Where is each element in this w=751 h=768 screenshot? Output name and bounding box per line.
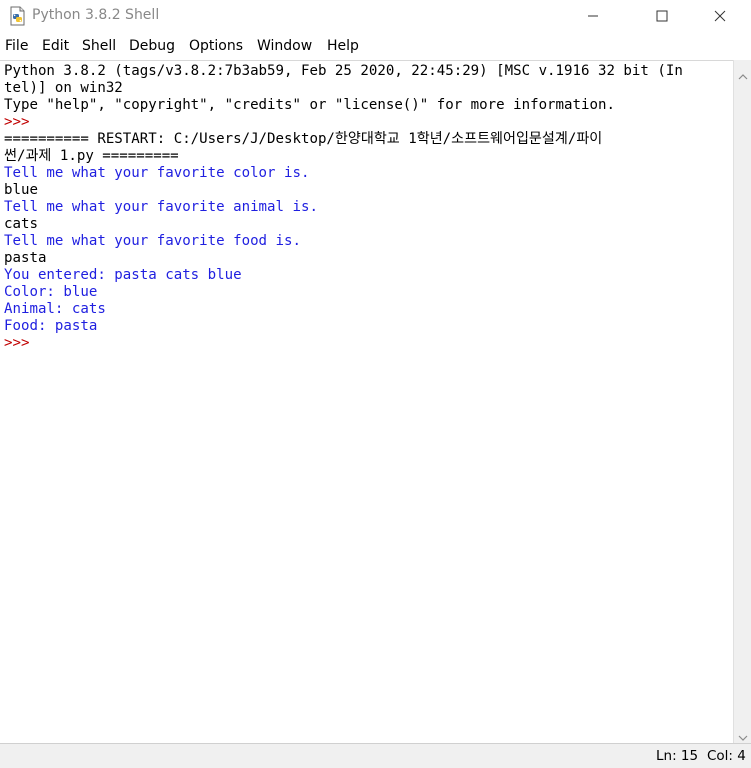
shell-line: >>>: [4, 114, 38, 130]
status-bar: Ln: 15 Col: 4: [0, 743, 751, 768]
maximize-icon: [656, 10, 668, 22]
shell-line: ========== RESTART: C:/Users/J/Desktop/한…: [4, 131, 603, 147]
shell-line: cats: [4, 216, 38, 232]
shell-line: Tell me what your favorite color is.: [4, 165, 310, 181]
minimize-icon: [587, 10, 599, 22]
scroll-up-icon[interactable]: [738, 66, 748, 80]
close-icon: [714, 10, 726, 22]
vertical-scrollbar[interactable]: [733, 60, 751, 743]
shell-line: Food: pasta: [4, 318, 98, 334]
status-line-number: Ln: 15: [656, 748, 699, 764]
menu-shell[interactable]: Shell: [82, 38, 116, 54]
shell-line: blue: [4, 182, 38, 198]
window-title: Python 3.8.2 Shell: [32, 7, 160, 23]
close-button[interactable]: [697, 0, 743, 32]
title-bar: Python 3.8.2 Shell: [0, 0, 751, 32]
menu-window[interactable]: Window: [257, 38, 312, 54]
menu-file[interactable]: File: [5, 38, 28, 54]
menu-help[interactable]: Help: [327, 38, 359, 54]
minimize-button[interactable]: [570, 0, 616, 32]
menu-bar: File Edit Shell Debug Options Window Hel…: [0, 35, 751, 59]
shell-line: You entered: pasta cats blue: [4, 267, 242, 283]
shell-line: Tell me what your favorite animal is.: [4, 199, 318, 215]
shell-line: Python 3.8.2 (tags/v3.8.2:7b3ab59, Feb 2…: [4, 63, 683, 79]
shell-line: Color: blue: [4, 284, 98, 300]
shell-line: Tell me what your favorite food is.: [4, 233, 301, 249]
shell-prompt: >>>: [4, 335, 38, 351]
menu-edit[interactable]: Edit: [42, 38, 69, 54]
maximize-button[interactable]: [639, 0, 685, 32]
shell-line: Animal: cats: [4, 301, 106, 317]
shell-line: 썬/과제 1.py =========: [4, 148, 179, 164]
scroll-down-icon[interactable]: [738, 727, 748, 741]
shell-line: pasta: [4, 250, 47, 266]
shell-line: tel)] on win32: [4, 80, 123, 96]
menu-debug[interactable]: Debug: [129, 38, 175, 54]
status-column-number: Col: 4: [707, 748, 746, 764]
shell-line: Type "help", "copyright", "credits" or "…: [4, 97, 615, 113]
menu-options[interactable]: Options: [189, 38, 243, 54]
python-file-icon[interactable]: [8, 6, 28, 26]
shell-text-area[interactable]: Python 3.8.2 (tags/v3.8.2:7b3ab59, Feb 2…: [0, 60, 733, 744]
